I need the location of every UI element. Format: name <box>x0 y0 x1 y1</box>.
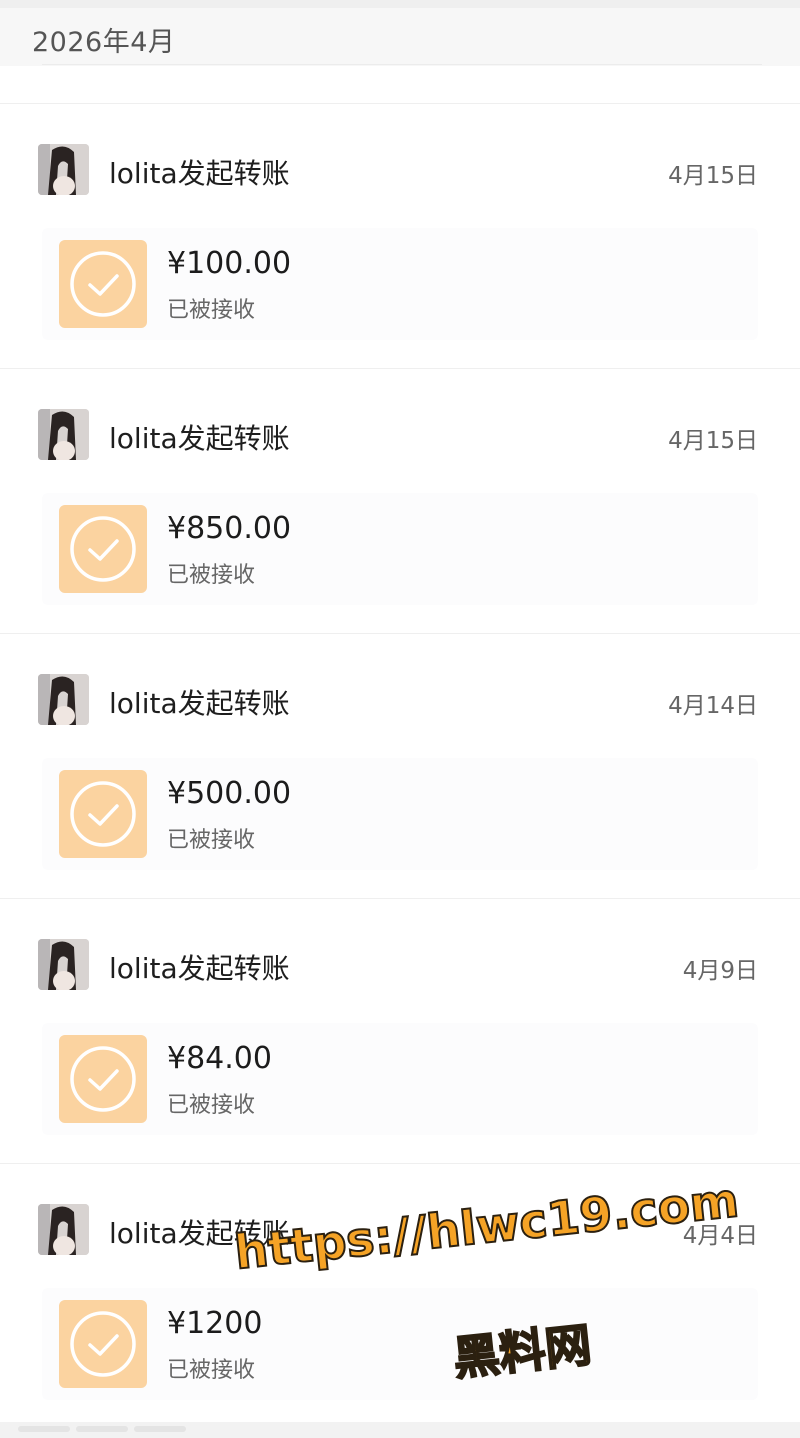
transfer-title: lolita发起转账 <box>109 687 290 720</box>
transfer-card[interactable]: ¥100.00 已被接收 <box>42 228 758 340</box>
transfer-status: 已被接收 <box>167 828 256 853</box>
transfer-amount: ¥84.00 <box>167 1041 272 1076</box>
avatar <box>38 409 89 460</box>
transaction-row[interactable]: lolita发起转账 4月9日 ¥84.00 已被接收 <box>0 898 800 1163</box>
transaction-row[interactable]: lolita发起转账 4月14日 ¥500.00 已被接收 <box>0 633 800 898</box>
transfer-amount: ¥100.00 <box>167 246 292 281</box>
avatar <box>38 674 89 725</box>
transfer-status: 已被接收 <box>167 563 256 588</box>
transaction-row[interactable]: lolita发起转账 4月15日 ¥100.00 已被接收 <box>0 103 800 368</box>
transfer-date: 4月14日 <box>668 693 758 719</box>
bar-segment <box>76 1426 128 1432</box>
month-header: 2026年4月 <box>0 8 800 66</box>
transfer-card[interactable]: ¥500.00 已被接收 <box>42 758 758 870</box>
check-circle-icon <box>59 240 147 328</box>
transfer-date: 4月15日 <box>668 428 758 454</box>
transfer-amount: ¥500.00 <box>167 776 292 811</box>
transfer-title: lolita发起转账 <box>109 157 290 190</box>
bar-segment <box>18 1426 70 1432</box>
bottom-bar <box>0 1422 800 1438</box>
transfer-card[interactable]: ¥850.00 已被接收 <box>42 493 758 605</box>
check-circle-icon <box>59 505 147 593</box>
avatar <box>38 144 89 195</box>
transfer-amount: ¥850.00 <box>167 511 292 546</box>
check-circle-icon <box>59 1035 147 1123</box>
avatar <box>38 939 89 990</box>
check-circle-icon <box>59 1300 147 1388</box>
transfer-title: lolita发起转账 <box>109 952 290 985</box>
transfer-amount: ¥1200 <box>167 1306 263 1341</box>
top-bar <box>0 0 800 8</box>
transfer-status: 已被接收 <box>167 1093 256 1118</box>
transfer-date: 4月9日 <box>682 958 758 984</box>
avatar <box>38 1204 89 1255</box>
transfer-card[interactable]: ¥1200 已被接收 <box>42 1288 758 1400</box>
transfer-status: 已被接收 <box>167 1358 256 1383</box>
month-title: 2026年4月 <box>32 27 176 58</box>
transfer-status: 已被接收 <box>167 298 256 323</box>
transaction-row[interactable]: lolita发起转账 4月15日 ¥850.00 已被接收 <box>0 368 800 633</box>
check-circle-icon <box>59 770 147 858</box>
divider <box>42 64 762 65</box>
transfer-card[interactable]: ¥84.00 已被接收 <box>42 1023 758 1135</box>
bar-segment <box>134 1426 186 1432</box>
transfer-title: lolita发起转账 <box>109 422 290 455</box>
transfer-date: 4月15日 <box>668 163 758 189</box>
